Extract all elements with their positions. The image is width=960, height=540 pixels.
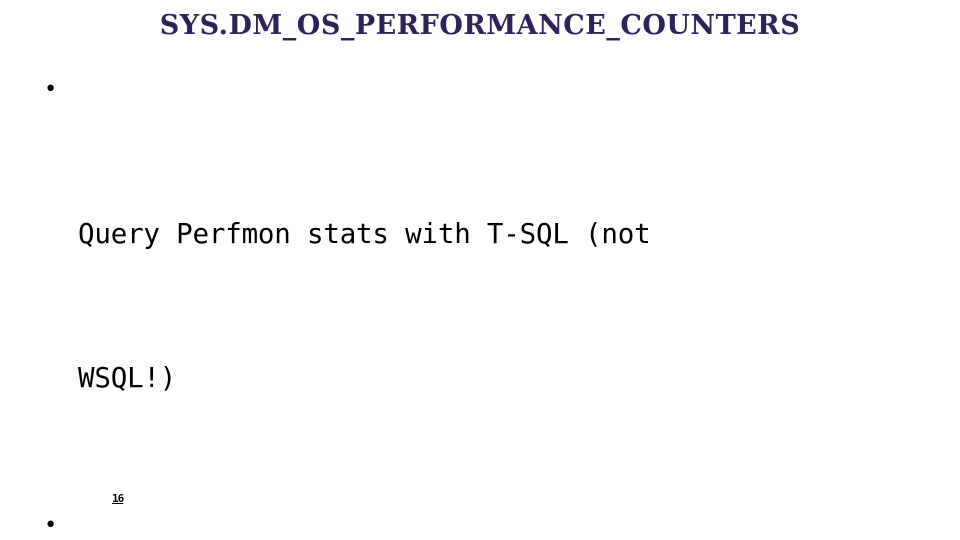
bullet-line: Query Perfmon stats with T-SQL (not (78, 218, 651, 250)
slide-number: 16 (112, 492, 124, 505)
bullet-item: • Replaces the deprecated sys.sysperfinf… (0, 502, 960, 540)
slide-body: • Query Perfmon stats with T-SQL (not WS… (0, 66, 960, 540)
bullet-marker-icon: • (44, 513, 58, 538)
page-title: SYS.DM_OS_PERFORMANCE_COUNTERS (159, 10, 801, 41)
slide-canvas: SYS.DM_OS_PERFORMANCE_COUNTERS • Query P… (0, 0, 960, 540)
bullet-item: • Query Perfmon stats with T-SQL (not WS… (0, 66, 960, 498)
bullet-line: WSQL!) (78, 362, 177, 394)
bullet-marker-icon: • (44, 77, 58, 102)
